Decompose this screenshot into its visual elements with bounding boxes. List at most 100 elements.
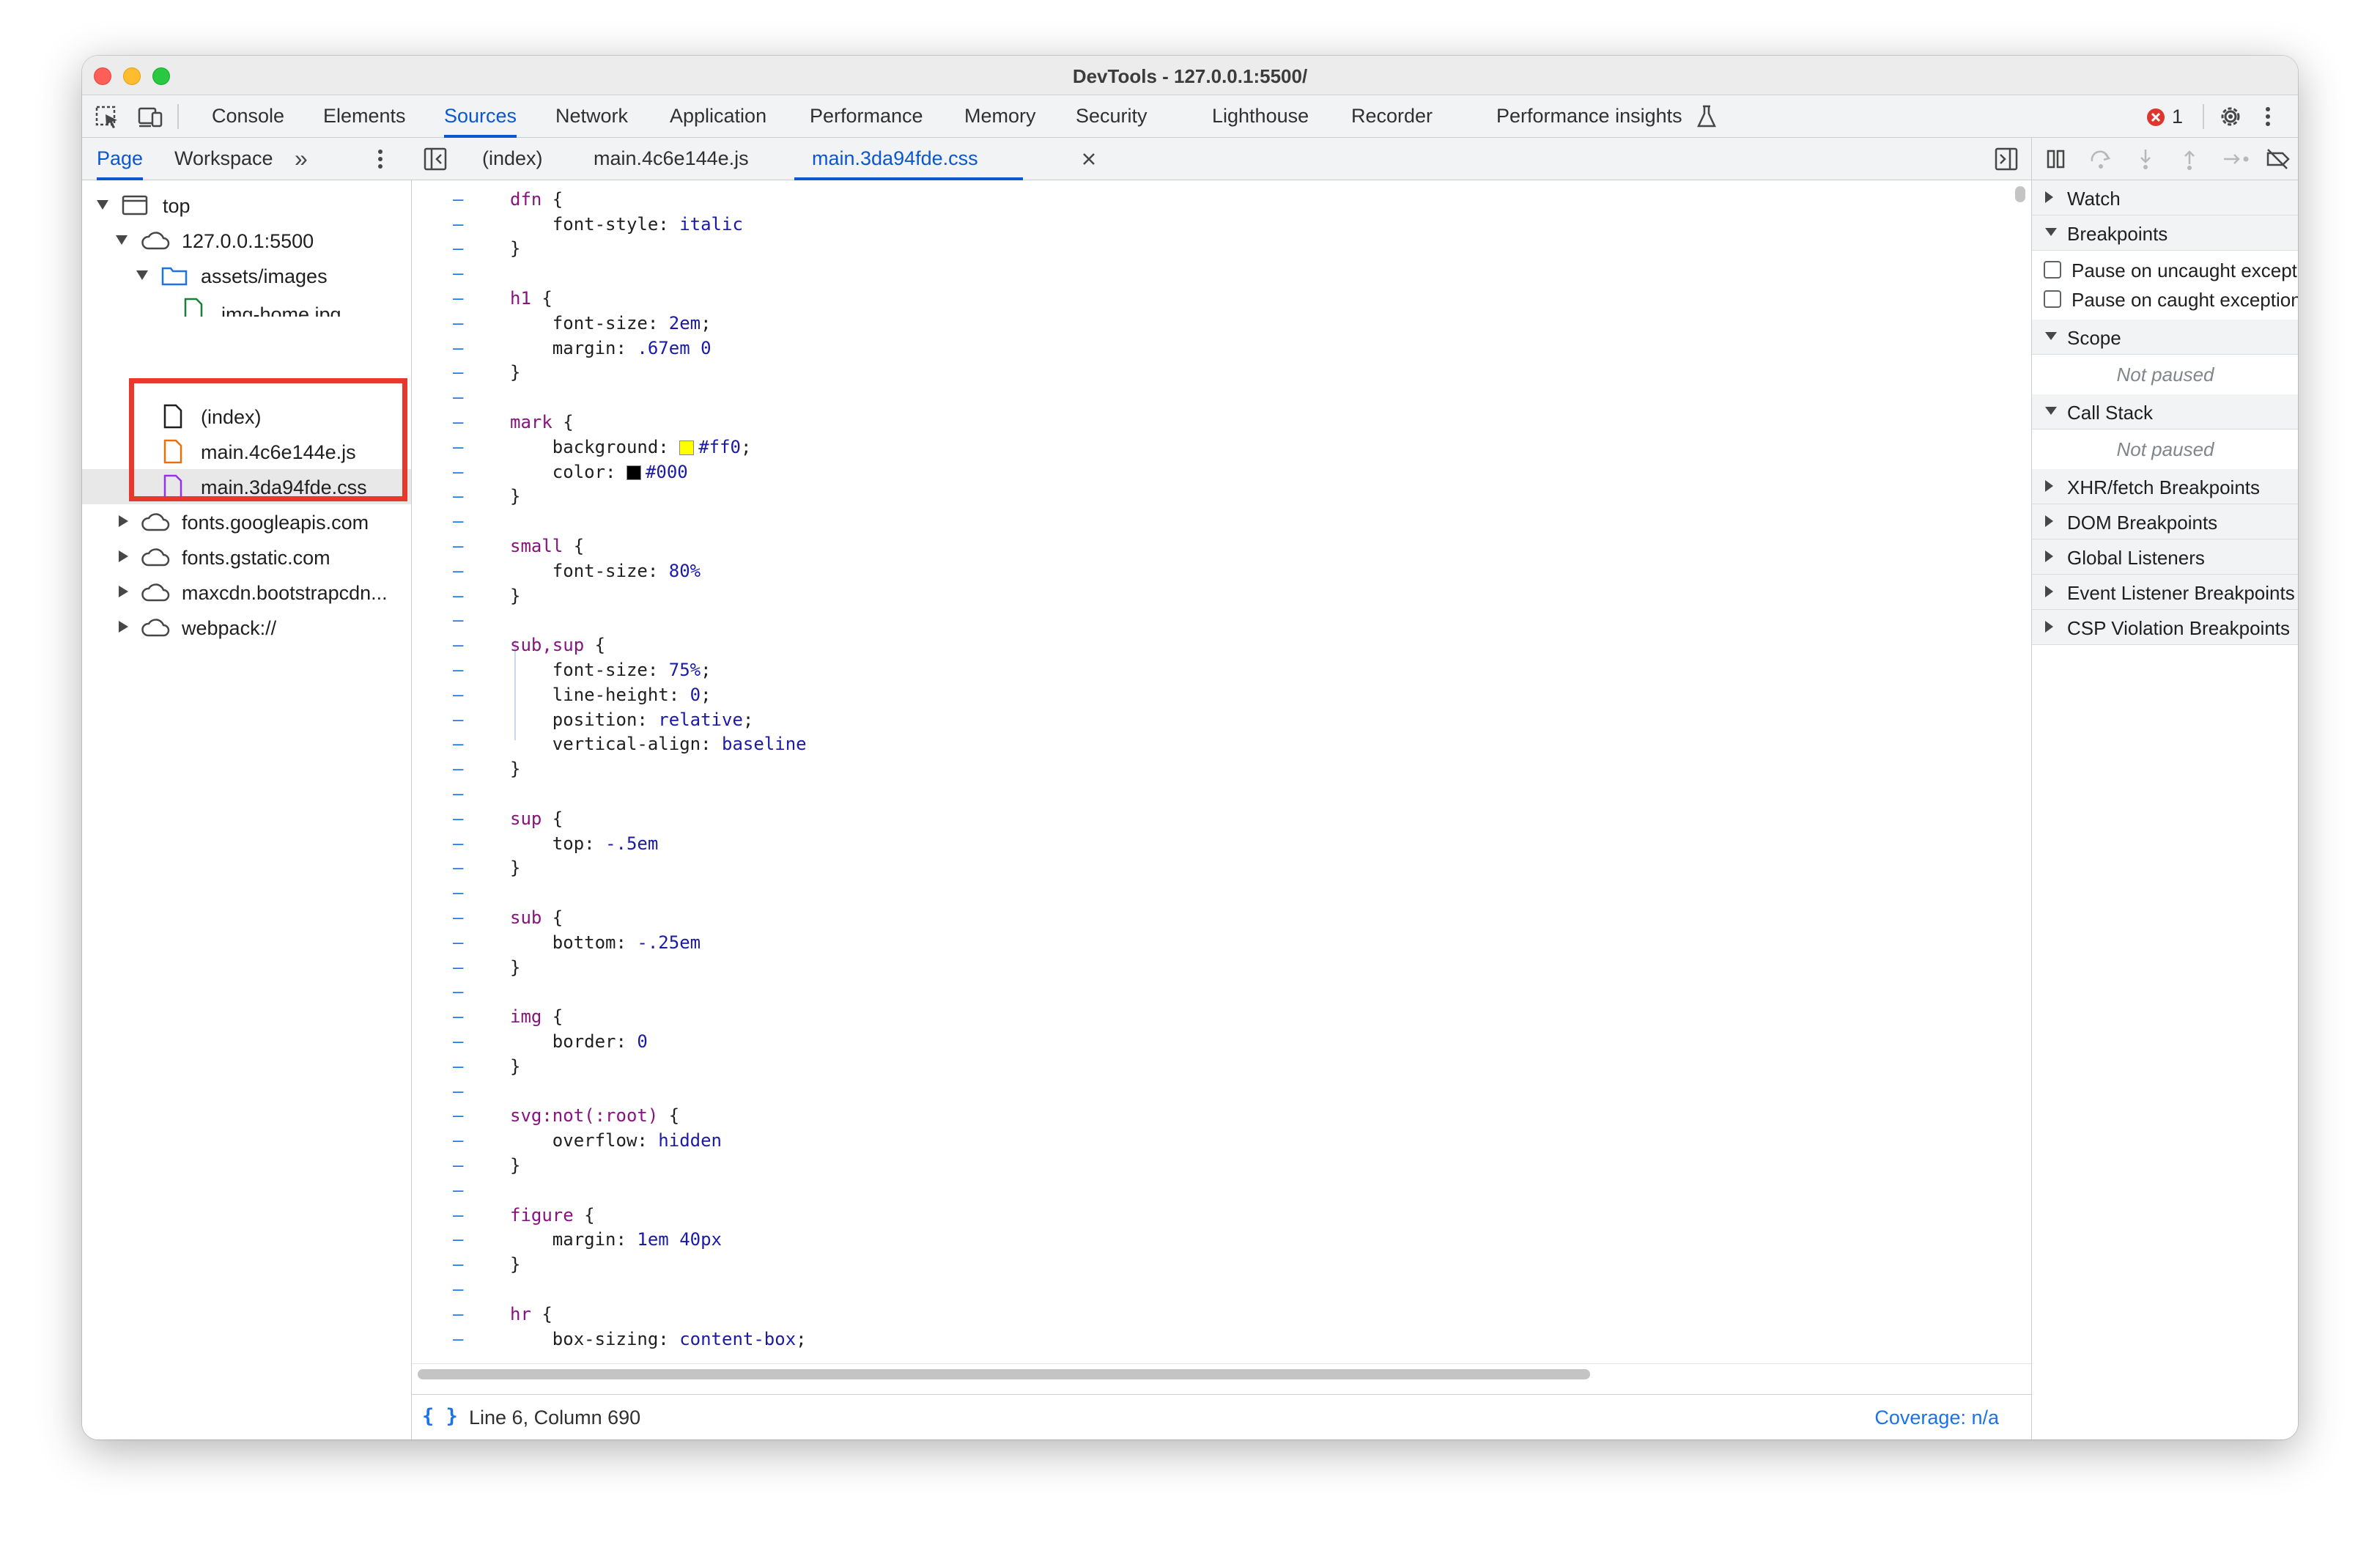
settings-gear-icon[interactable] xyxy=(2216,103,2245,130)
tree-item-folder[interactable]: assets/images xyxy=(82,258,411,293)
expand-triangle-icon[interactable] xyxy=(97,200,108,210)
collapsed-triangle-icon[interactable] xyxy=(119,550,129,562)
horizontal-scrollbar[interactable] xyxy=(418,1369,1590,1379)
tree-item-domain[interactable]: fonts.googleapis.com xyxy=(82,504,411,539)
error-icon[interactable] xyxy=(2147,108,2165,126)
tree-item-top[interactable]: top xyxy=(82,188,411,223)
tab-elements[interactable]: Elements xyxy=(323,95,406,138)
vertical-scrollbar[interactable] xyxy=(2015,186,2025,202)
step-over-icon[interactable] xyxy=(2089,148,2113,170)
navigator-tabs: Page Workspace » xyxy=(82,138,412,180)
step-into-icon[interactable] xyxy=(2135,148,2157,170)
code-text: box-sizing: content-box; xyxy=(552,1328,807,1349)
collapsed-triangle-icon[interactable] xyxy=(2045,480,2054,492)
step-out-icon[interactable] xyxy=(2178,148,2200,170)
code-line: – sup { xyxy=(412,808,1987,833)
collapsed-triangle-icon[interactable] xyxy=(2045,515,2054,527)
code-text: img { xyxy=(510,1006,563,1028)
tab-workspace[interactable]: Workspace xyxy=(174,138,273,180)
code-line: – svg:not(:root) { xyxy=(412,1105,1987,1130)
expand-triangle-icon[interactable] xyxy=(136,270,148,281)
navigator-more-options-icon[interactable] xyxy=(369,145,391,173)
code-line: – sub,sup { xyxy=(412,635,1987,660)
tab-security[interactable]: Security xyxy=(1076,95,1148,138)
editor-tab-js[interactable]: main.4c6e144e.js xyxy=(594,138,749,180)
collapsed-triangle-icon[interactable] xyxy=(2045,550,2054,562)
collapsed-triangle-icon[interactable] xyxy=(119,621,129,633)
collapsed-triangle-icon[interactable] xyxy=(119,515,129,527)
collapsed-triangle-icon[interactable] xyxy=(119,586,129,597)
color-swatch[interactable] xyxy=(626,465,641,480)
tab-lighthouse[interactable]: Lighthouse xyxy=(1212,95,1309,138)
section-label: Scope xyxy=(2067,327,2121,349)
section-global-listeners[interactable]: Global Listeners xyxy=(2032,539,2298,575)
device-toolbar-icon[interactable] xyxy=(136,103,166,130)
editor-tab-css[interactable]: main.3da94fde.css xyxy=(794,138,1023,180)
section-watch[interactable]: Watch xyxy=(2032,180,2298,215)
section-event-listener-breakpoints[interactable]: Event Listener Breakpoints xyxy=(2032,575,2298,610)
tree-item-domain[interactable]: fonts.gstatic.com xyxy=(82,539,411,575)
more-tabs-chevron-icon[interactable]: » xyxy=(295,138,308,180)
coverage-gutter-marker: – xyxy=(453,784,464,804)
title-bar: DevTools - 127.0.0.1:5500/ xyxy=(82,56,2298,95)
toolbar-divider xyxy=(177,104,179,129)
color-swatch[interactable] xyxy=(679,440,695,455)
toggle-debugger-icon[interactable] xyxy=(1992,146,2021,174)
code-line: –} xyxy=(412,238,1987,263)
tab-sources[interactable]: Sources xyxy=(444,95,517,138)
code-line: – xyxy=(412,180,1987,189)
step-icon[interactable] xyxy=(2222,148,2252,170)
expand-triangle-icon[interactable] xyxy=(2045,228,2057,237)
pause-uncaught-checkbox[interactable] xyxy=(2044,261,2061,279)
editor-tab-index[interactable]: (index) xyxy=(482,138,543,180)
collapsed-triangle-icon[interactable] xyxy=(2045,191,2054,203)
section-label: XHR/fetch Breakpoints xyxy=(2067,476,2261,498)
tab-performance[interactable]: Performance xyxy=(810,95,923,138)
expand-triangle-icon[interactable] xyxy=(2045,407,2057,416)
coverage-link[interactable]: Coverage: n/a xyxy=(1874,1407,1999,1429)
tree-item-domain[interactable]: webpack:// xyxy=(82,610,411,645)
tab-performance-insights[interactable]: Performance insights xyxy=(1496,95,1682,138)
tab-console[interactable]: Console xyxy=(212,95,284,138)
code-content[interactable]: ––dfn {– font-style: italic–}––h1 {– fon… xyxy=(412,180,2009,1363)
tab-network[interactable]: Network xyxy=(555,95,628,138)
tree-item-label: fonts.googleapis.com xyxy=(182,512,369,534)
section-breakpoints[interactable]: Breakpoints xyxy=(2032,215,2298,251)
pause-uncaught-option[interactable]: Pause on uncaught exceptions xyxy=(2032,255,2298,284)
cloud-icon xyxy=(141,232,170,250)
coverage-gutter-marker: – xyxy=(453,1328,464,1349)
code-text: } xyxy=(510,759,521,780)
tab-memory[interactable]: Memory xyxy=(964,95,1036,138)
pause-caught-option[interactable]: Pause on caught exceptions xyxy=(2032,284,2298,314)
close-tab-icon[interactable] xyxy=(1082,152,1096,166)
expand-triangle-icon[interactable] xyxy=(116,235,128,246)
more-options-icon[interactable] xyxy=(2257,103,2279,130)
toggle-navigator-icon[interactable] xyxy=(421,146,450,174)
error-count[interactable]: 1 xyxy=(2172,106,2183,128)
collapsed-triangle-icon[interactable] xyxy=(2045,621,2054,633)
code-line: –} xyxy=(412,957,1987,982)
expand-triangle-icon[interactable] xyxy=(2045,332,2057,341)
tree-item-domain[interactable]: maxcdn.bootstrapcdn... xyxy=(82,575,411,610)
section-dom-breakpoints[interactable]: DOM Breakpoints xyxy=(2032,504,2298,539)
section-call-stack[interactable]: Call Stack xyxy=(2032,394,2298,430)
section-scope[interactable]: Scope xyxy=(2032,320,2298,355)
code-line: – box-sizing: content-box; xyxy=(412,1329,1987,1354)
tab-application[interactable]: Application xyxy=(670,95,766,138)
tab-page[interactable]: Page xyxy=(97,138,144,180)
deactivate-breakpoints-icon[interactable] xyxy=(2265,148,2291,170)
section-csp-breakpoints[interactable]: CSP Violation Breakpoints xyxy=(2032,610,2298,645)
tab-recorder[interactable]: Recorder xyxy=(1351,95,1433,138)
inspect-element-icon[interactable] xyxy=(92,103,122,130)
pause-resume-icon[interactable] xyxy=(2045,148,2067,170)
section-xhr-breakpoints[interactable]: XHR/fetch Breakpoints xyxy=(2032,469,2298,504)
code-text: mark { xyxy=(510,412,574,432)
pause-caught-checkbox[interactable] xyxy=(2044,290,2061,308)
code-line: – xyxy=(412,1279,1987,1304)
tree-item-domain[interactable]: 127.0.0.1:5500 xyxy=(82,223,411,258)
code-text: small { xyxy=(510,536,585,556)
collapsed-triangle-icon[interactable] xyxy=(2045,586,2054,597)
pretty-print-icon[interactable]: { } xyxy=(422,1405,458,1428)
coverage-gutter-marker: – xyxy=(453,1105,464,1127)
tree-item-image[interactable]: img-home.jpg xyxy=(82,293,411,317)
